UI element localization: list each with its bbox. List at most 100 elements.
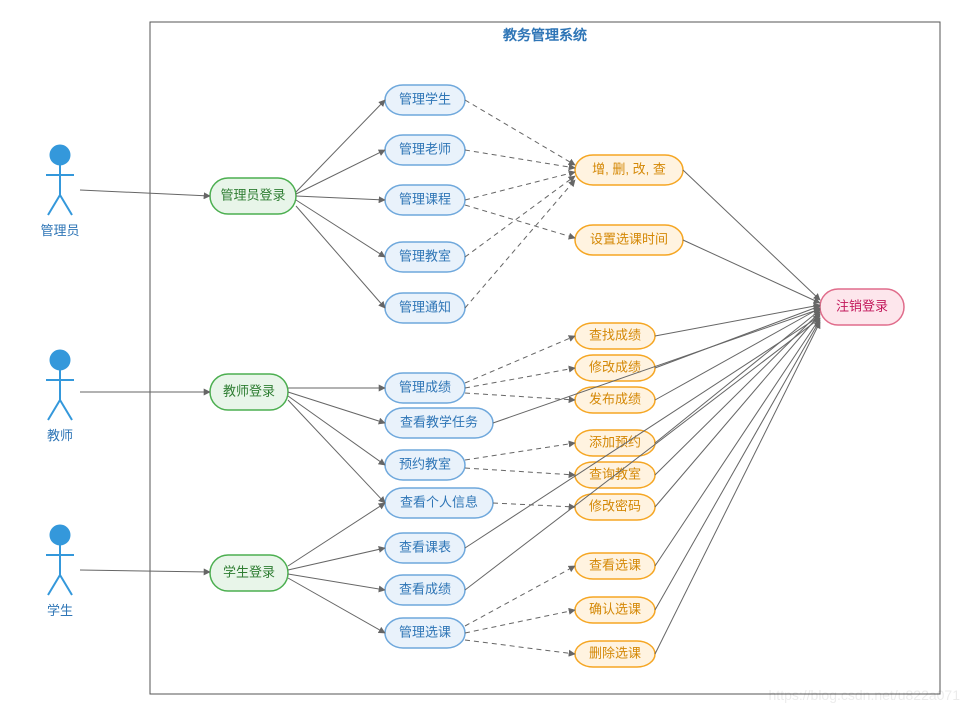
edge (655, 322, 820, 654)
edge (655, 305, 820, 336)
edge (296, 196, 385, 200)
node-book-query-label: 查询教室 (589, 466, 641, 481)
node-logout-label: 注销登录 (836, 298, 888, 313)
node-view-task: 查看教学任务 (385, 408, 493, 438)
node-book-room-label: 预约教室 (399, 456, 451, 471)
node-view-task-label: 查看教学任务 (400, 414, 478, 429)
edge (80, 190, 210, 196)
use-case-diagram: 教务管理系统 管理员 教师 学生 管理员登录 教师登录 学生登录 (0, 0, 969, 711)
edge (655, 318, 820, 566)
node-view-table-label: 查看课表 (399, 539, 451, 554)
node-manage-student: 管理学生 (385, 85, 465, 115)
node-logout: 注销登录 (820, 289, 904, 325)
edge (683, 240, 820, 303)
edge (465, 176, 575, 257)
node-book-add: 添加预约 (575, 430, 655, 456)
node-grade-publish-label: 发布成绩 (589, 391, 641, 406)
edge (288, 503, 385, 566)
edge (465, 566, 575, 626)
edge (683, 170, 820, 300)
node-student-login: 学生登录 (210, 555, 288, 591)
node-view-profile: 查看个人信息 (385, 488, 493, 518)
node-admin-login: 管理员登录 (210, 178, 296, 214)
node-manage-teacher: 管理老师 (385, 135, 465, 165)
node-manage-course-label: 管理课程 (399, 191, 451, 206)
node-crud-label: 增, 删, 改, 查 (592, 161, 666, 176)
node-manage-room: 管理教室 (385, 242, 465, 272)
node-book-room: 预约教室 (385, 450, 465, 480)
edge (80, 570, 210, 572)
node-manage-select: 管理选课 (385, 618, 465, 648)
node-book-add-label: 添加预约 (589, 434, 641, 449)
node-mod-pwd: 修改密码 (575, 494, 655, 520)
edge (465, 640, 575, 654)
edge (288, 400, 385, 503)
edge (296, 200, 385, 257)
actor-teacher: 教师 (46, 350, 74, 443)
actor-admin-label: 管理员 (40, 223, 79, 238)
node-manage-notice: 管理通知 (385, 293, 465, 323)
node-view-grade: 查看成绩 (385, 575, 465, 605)
edge (296, 100, 385, 192)
actor-teacher-label: 教师 (47, 428, 73, 443)
edge (465, 150, 575, 168)
node-manage-course: 管理课程 (385, 185, 465, 215)
system-title: 教务管理系统 (503, 27, 587, 43)
node-crud: 增, 删, 改, 查 (575, 155, 683, 185)
node-view-table: 查看课表 (385, 533, 465, 563)
edge (465, 610, 575, 633)
node-manage-grade-label: 管理成绩 (399, 379, 451, 394)
actor-student-label: 学生 (47, 603, 73, 618)
node-set-select-time: 设置选课时间 (575, 225, 683, 255)
node-grade-modify: 修改成绩 (575, 355, 655, 381)
node-student-login-label: 学生登录 (223, 564, 275, 579)
node-manage-grade: 管理成绩 (385, 373, 465, 403)
node-select-delete: 删除选课 (575, 641, 655, 667)
edge (288, 578, 385, 633)
edge (288, 396, 385, 465)
node-mod-pwd-label: 修改密码 (589, 498, 641, 513)
watermark-text: https://blog.csdn.net/u822a071 (769, 687, 961, 703)
node-manage-room-label: 管理教室 (399, 248, 451, 263)
edge (288, 392, 385, 423)
node-admin-login-label: 管理员登录 (220, 187, 285, 202)
actor-student: 学生 (46, 525, 74, 618)
edge (465, 172, 575, 200)
edge (465, 393, 575, 400)
system-boundary (150, 22, 940, 694)
edge (655, 314, 820, 507)
node-manage-student-label: 管理学生 (399, 91, 451, 106)
node-view-grade-label: 查看成绩 (399, 581, 451, 596)
node-select-confirm: 确认选课 (575, 597, 655, 623)
node-select-view-label: 查看选课 (589, 557, 641, 572)
edge (465, 468, 575, 475)
node-teacher-login-label: 教师登录 (223, 383, 275, 398)
actor-admin: 管理员 (40, 145, 79, 238)
edge (465, 205, 575, 238)
node-set-select-time-label: 设置选课时间 (590, 231, 668, 246)
edge (655, 310, 820, 443)
node-manage-teacher-label: 管理老师 (399, 141, 451, 156)
edge (465, 180, 575, 308)
edge (493, 503, 575, 507)
node-select-view: 查看选课 (575, 553, 655, 579)
edge (465, 368, 575, 388)
edge (465, 443, 575, 460)
node-view-profile-label: 查看个人信息 (400, 494, 478, 509)
edge (296, 206, 385, 308)
node-grade-publish: 发布成绩 (575, 387, 655, 413)
edge (288, 548, 385, 570)
edge (655, 308, 820, 400)
edge (296, 150, 385, 194)
edge (465, 336, 575, 383)
node-select-delete-label: 删除选课 (589, 645, 641, 660)
node-manage-select-label: 管理选课 (399, 624, 451, 639)
node-select-confirm-label: 确认选课 (589, 601, 641, 616)
node-grade-modify-label: 修改成绩 (589, 359, 641, 374)
edge (465, 100, 575, 165)
edge (288, 574, 385, 590)
node-manage-notice-label: 管理通知 (399, 299, 451, 314)
node-grade-search: 查找成绩 (575, 323, 655, 349)
node-grade-search-label: 查找成绩 (589, 327, 641, 342)
edge (655, 320, 820, 610)
